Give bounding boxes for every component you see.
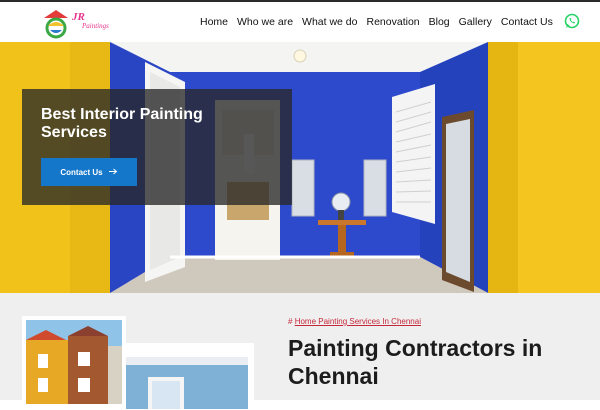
- nav-home[interactable]: Home: [200, 16, 228, 28]
- nav-gallery[interactable]: Gallery: [459, 16, 492, 28]
- arrow-right-icon: [108, 168, 118, 177]
- nav-blog[interactable]: Blog: [429, 16, 450, 28]
- interior-room-image: [126, 357, 248, 409]
- contact-us-label: Contact Us: [60, 167, 103, 177]
- nav-renovation[interactable]: Renovation: [367, 16, 420, 28]
- whatsapp-icon[interactable]: [564, 13, 580, 29]
- section-tag[interactable]: # Home Painting Services In Chennai: [288, 317, 421, 326]
- interior-image-frame: [124, 343, 254, 409]
- house-image-frame: [22, 316, 126, 406]
- contact-us-button[interactable]: Contact Us: [41, 158, 137, 186]
- site-header: JR Paintings Home Who we are What we do …: [0, 0, 600, 42]
- house-exterior-image: [26, 320, 122, 404]
- nav-who-we-are[interactable]: Who we are: [237, 16, 293, 28]
- main-nav: Home Who we are What we do Renovation Bl…: [200, 16, 562, 28]
- logo-text: Paintings: [82, 22, 109, 30]
- nav-what-we-do[interactable]: What we do: [302, 16, 357, 28]
- hash-icon: #: [288, 317, 293, 326]
- nav-contact-us[interactable]: Contact Us: [501, 16, 553, 28]
- section-heading: Painting Contractors in Chennai: [288, 335, 543, 389]
- hero-title: Best Interior Painting Services: [41, 106, 203, 141]
- section-tag-text: Home Painting Services In Chennai: [294, 317, 421, 326]
